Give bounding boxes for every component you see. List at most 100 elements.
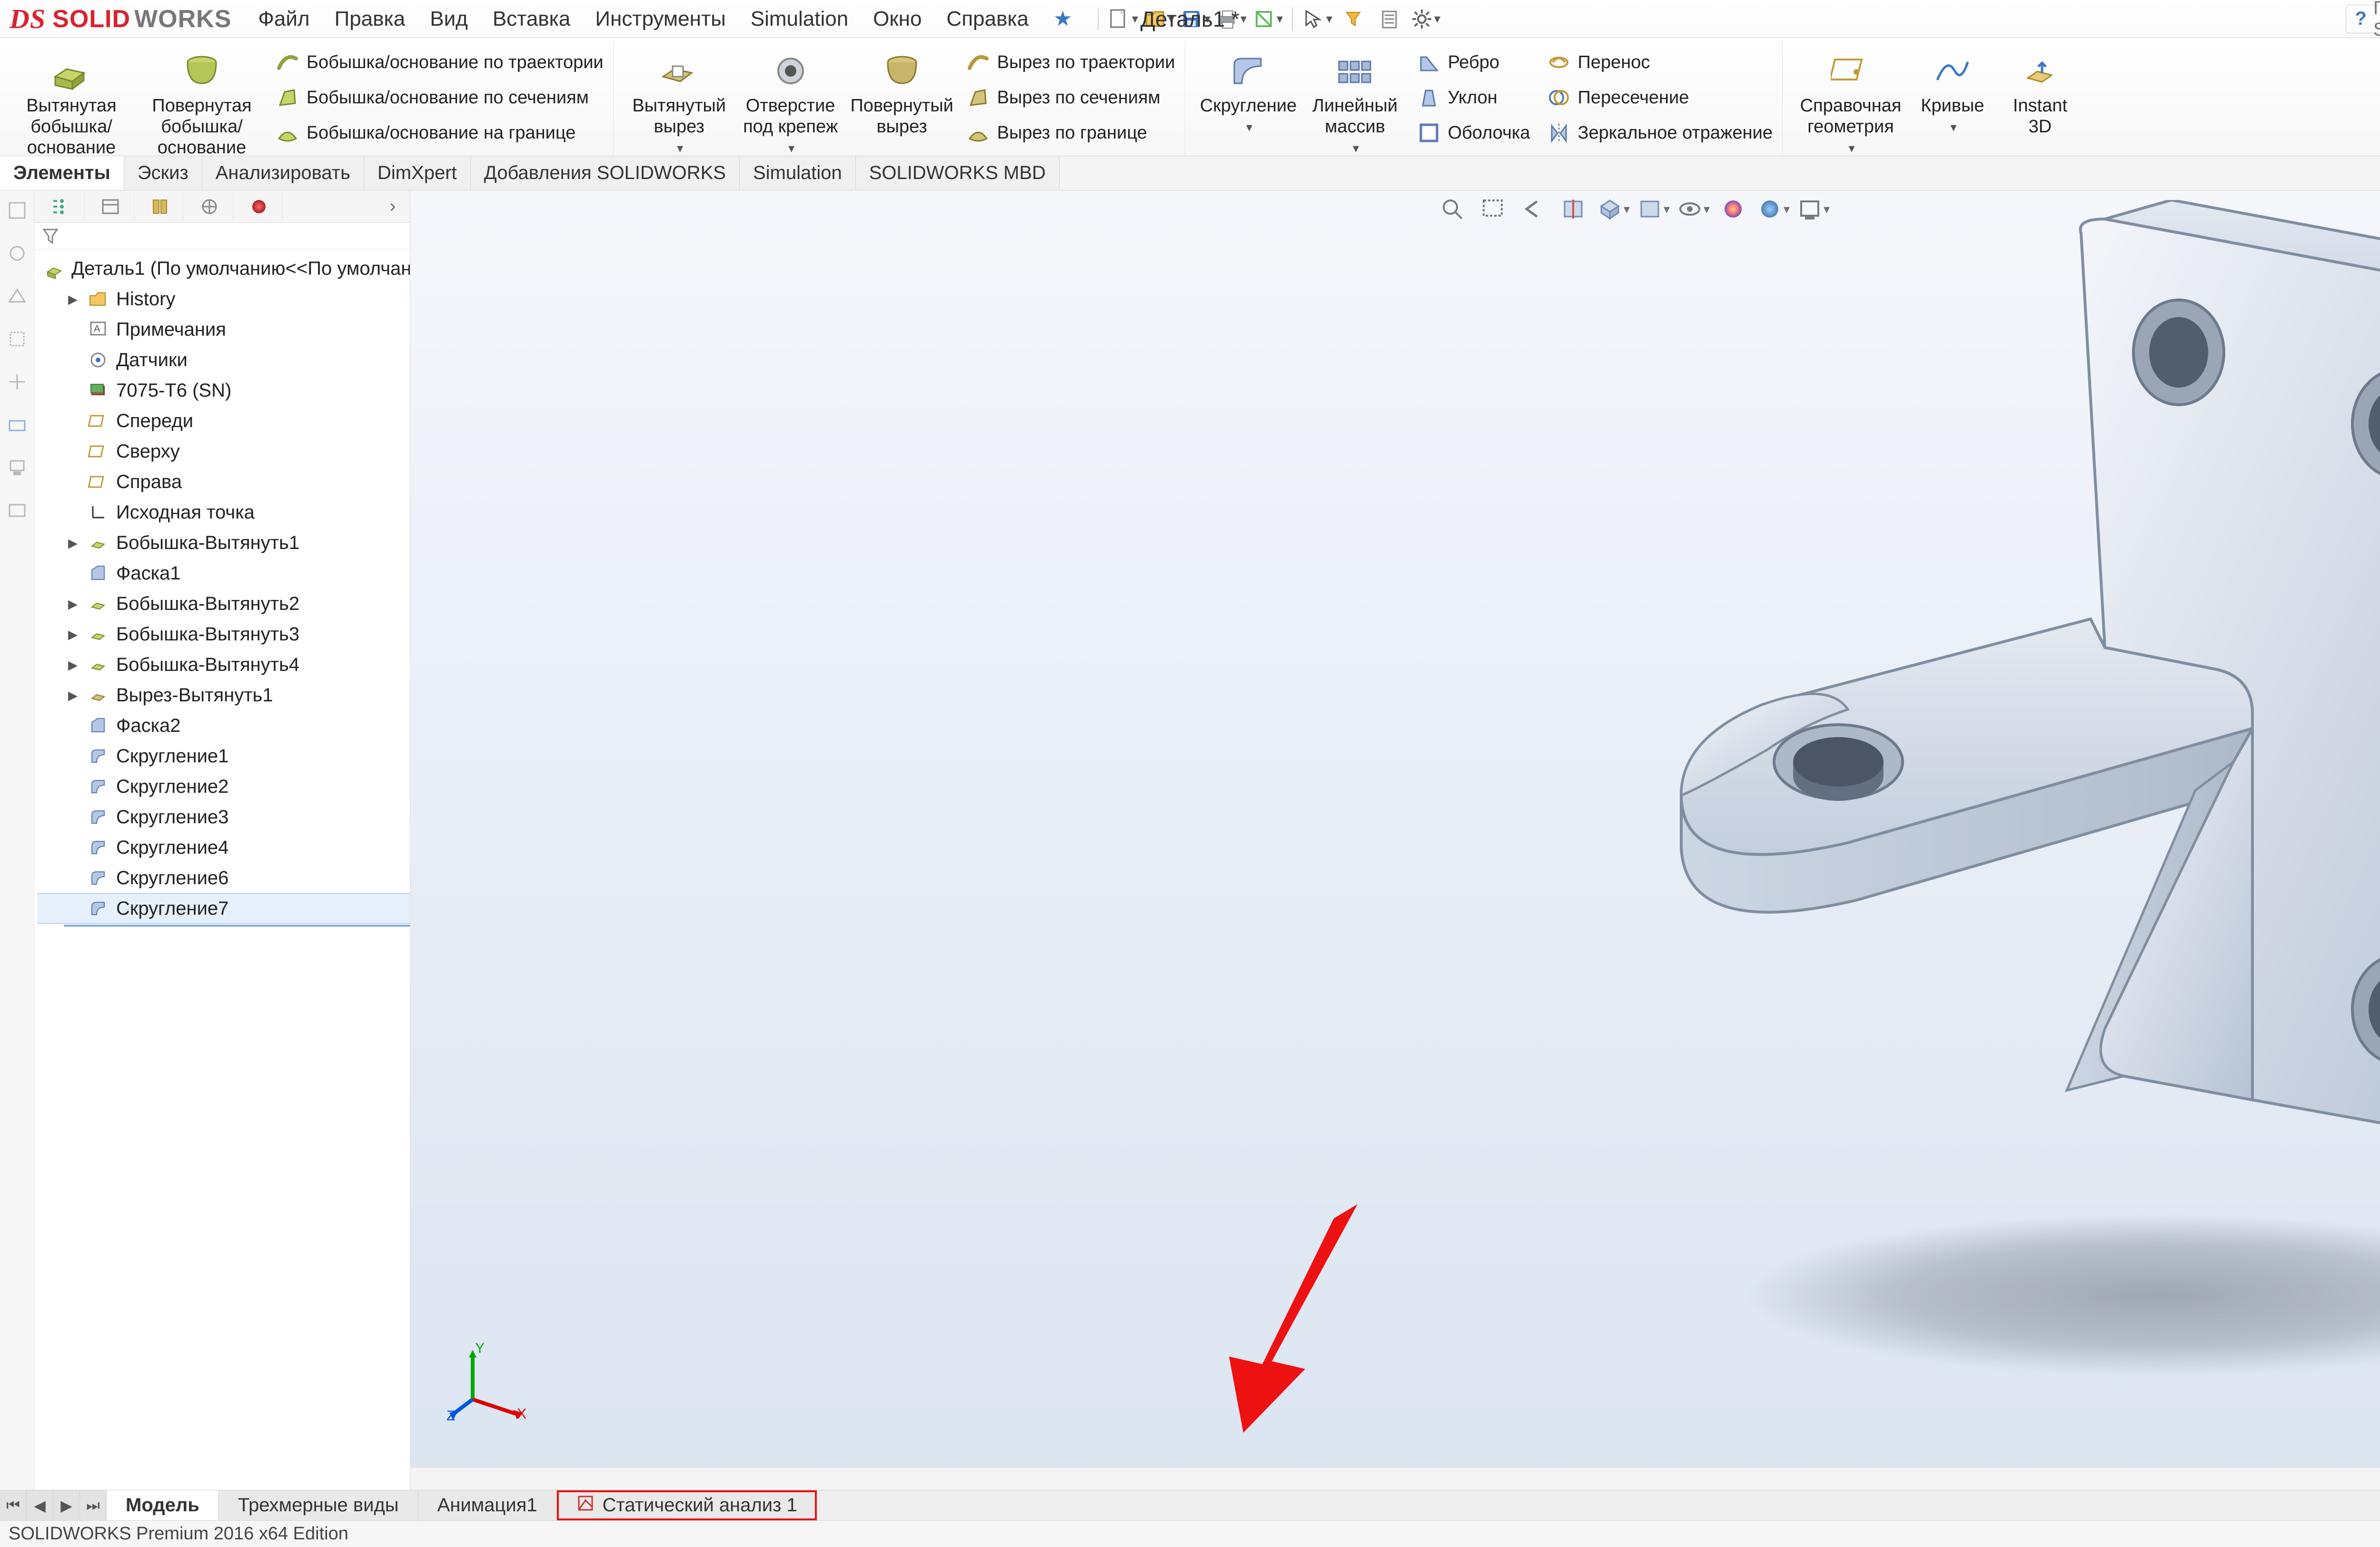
tree-sensors[interactable]: Датчики — [37, 345, 410, 375]
btn-hole-wizard[interactable]: Отверстие под крепеж▾ — [738, 48, 843, 155]
btn-loft-boss[interactable]: Бобышка/основание по сечениям — [270, 83, 608, 112]
tree-fillet4[interactable]: Скругление4 — [37, 832, 410, 863]
tree-root[interactable]: Деталь1 (По умолчанию<<По умолчан — [37, 253, 410, 284]
qat-filter-icon[interactable] — [1338, 5, 1369, 33]
tree-boss1[interactable]: ▸Бобышка-Вытянуть1 — [37, 528, 410, 558]
menu-pin-icon[interactable]: ★ — [1041, 7, 1084, 31]
tree-rollback-bar[interactable] — [64, 925, 410, 927]
viewtab-next-icon[interactable]: ▶ — [53, 1490, 80, 1520]
vtb-btn-2[interactable] — [4, 240, 30, 267]
menu-window[interactable]: Окно — [861, 7, 934, 31]
hud-prev-view-icon[interactable] — [1517, 194, 1550, 224]
tree-plane-front[interactable]: Спереди — [37, 406, 410, 436]
menu-edit[interactable]: Правка — [322, 7, 418, 31]
btn-sweep-cut[interactable]: Вырез по траектории — [961, 48, 1180, 77]
cmtab-simulation[interactable]: Simulation — [740, 156, 856, 190]
qat-settings-icon[interactable]: ▾ — [1410, 5, 1441, 33]
btn-curves[interactable]: Кривые▾ — [1912, 48, 1993, 134]
qat-select-icon[interactable]: ▾ — [1301, 5, 1333, 33]
qat-options-sheet-icon[interactable] — [1374, 5, 1405, 33]
tree-fillet3[interactable]: Скругление3 — [37, 802, 410, 832]
btn-boundary-boss[interactable]: Бобышка/основание на границе — [270, 118, 608, 148]
tree-plane-top[interactable]: Сверху — [37, 436, 410, 467]
btn-rib[interactable]: Ребро — [1412, 48, 1535, 77]
btn-draft[interactable]: Уклон — [1412, 83, 1535, 112]
btn-intersect[interactable]: Пересечение — [1542, 83, 1777, 112]
tree-fillet1[interactable]: Скругление1 — [37, 741, 410, 771]
hud-zoom-fit-icon[interactable] — [1437, 194, 1470, 224]
viewtab-static-study[interactable]: Статический анализ 1 — [557, 1490, 817, 1520]
fm-filter-row[interactable] — [34, 223, 410, 250]
fm-expand-icon[interactable]: › — [378, 193, 407, 220]
fm-tab-tree-icon[interactable] — [37, 193, 85, 220]
tree-cut1[interactable]: ▸Вырез-Вытянуть1 — [37, 680, 410, 710]
viewtab-3dviews[interactable]: Трехмерные виды — [219, 1490, 418, 1520]
hud-zoom-area-icon[interactable] — [1477, 194, 1510, 224]
tree-chamfer1[interactable]: Фаска1 — [37, 558, 410, 589]
viewport-horizontal-scrollbar[interactable] — [410, 1467, 2380, 1490]
btn-extrude-boss[interactable]: Вытянутая бобышка/основание — [10, 48, 133, 158]
vtb-btn-1[interactable] — [4, 197, 30, 224]
btn-reference-geometry[interactable]: Справочная геометрия▾ — [1796, 48, 1905, 155]
vtb-btn-3[interactable] — [4, 283, 30, 309]
vtb-btn-8[interactable] — [4, 497, 30, 524]
hud-section-icon[interactable] — [1557, 194, 1590, 224]
fm-tab-property-icon[interactable] — [87, 193, 134, 220]
cmtab-dimxpert[interactable]: DimXpert — [364, 156, 471, 190]
qat-rebuild-icon[interactable]: ▾ — [1252, 5, 1283, 33]
menu-file[interactable]: Файл — [246, 7, 322, 31]
cmtab-elements[interactable]: Элементы — [0, 156, 124, 190]
tree-plane-right[interactable]: Справа — [37, 467, 410, 497]
menu-tools[interactable]: Инструменты — [583, 7, 738, 31]
vtb-btn-6[interactable] — [4, 411, 30, 438]
menu-simulation[interactable]: Simulation — [738, 7, 861, 31]
btn-wrap[interactable]: Перенос — [1542, 48, 1777, 77]
menu-insert[interactable]: Вставка — [480, 7, 583, 31]
btn-instant-3d[interactable]: Instant 3D — [2000, 48, 2081, 137]
tree-history[interactable]: ▸History — [37, 284, 410, 314]
fm-tab-dimxpert-icon[interactable] — [186, 193, 233, 220]
fillet-item-icon — [87, 806, 109, 828]
btn-revolve-cut[interactable]: Повернутый вырез — [850, 48, 954, 137]
qat-new-icon[interactable]: ▾ — [1107, 5, 1139, 33]
tree-origin[interactable]: Исходная точка — [37, 497, 410, 528]
btn-loft-cut[interactable]: Вырез по сечениям — [961, 83, 1180, 112]
cmtab-mbd[interactable]: SOLIDWORKS MBD — [856, 156, 1060, 190]
cmtab-sketch[interactable]: Эскиз — [124, 156, 202, 190]
btn-fillet[interactable]: Скругление▾ — [1199, 48, 1299, 134]
menu-help[interactable]: Справка — [934, 7, 1041, 31]
viewtab-last-icon[interactable]: ⏭ — [80, 1490, 107, 1520]
vtb-btn-5[interactable] — [4, 369, 30, 395]
tree-fillet6[interactable]: Скругление6 — [37, 863, 410, 893]
help-search[interactable]: ? Поиск в Справке по SOLIDWORKS ▾ — [2346, 5, 2380, 33]
btn-boundary-cut[interactable]: Вырез по границе — [961, 118, 1180, 148]
tree-boss3[interactable]: ▸Бобышка-Вытянуть3 — [37, 619, 410, 649]
btn-sweep-boss[interactable]: Бобышка/основание по траектории — [270, 48, 608, 77]
orientation-triad[interactable]: Y X Z — [446, 1342, 527, 1423]
viewtab-first-icon[interactable]: ⏮ — [0, 1490, 27, 1520]
viewtab-model[interactable]: Модель — [107, 1490, 219, 1520]
btn-linear-pattern[interactable]: Линейный массив▾ — [1305, 48, 1405, 155]
cmtab-addins[interactable]: Добавления SOLIDWORKS — [471, 156, 740, 190]
viewtab-animation[interactable]: Анимация1 — [418, 1490, 557, 1520]
vtb-btn-7[interactable] — [4, 454, 30, 481]
btn-shell[interactable]: Оболочка — [1412, 118, 1535, 148]
btn-mirror[interactable]: Зеркальное отражение — [1542, 118, 1777, 148]
linear-pattern-icon — [1332, 50, 1378, 91]
tree-fillet2[interactable]: Скругление2 — [37, 771, 410, 802]
menu-view[interactable]: Вид — [417, 7, 480, 31]
btn-revolve-boss[interactable]: Повернутая бобышка/основание — [140, 48, 264, 158]
tree-material[interactable]: 7075-T6 (SN) — [37, 375, 410, 406]
viewtab-prev-icon[interactable]: ◀ — [27, 1490, 53, 1520]
btn-extrude-cut[interactable]: Вытянутый вырез▾ — [627, 48, 732, 155]
tree-boss2[interactable]: ▸Бобышка-Вытянуть2 — [37, 589, 410, 619]
tree-boss4[interactable]: ▸Бобышка-Вытянуть4 — [37, 649, 410, 680]
cmtab-evaluate[interactable]: Анализировать — [202, 156, 364, 190]
fm-tab-config-icon[interactable] — [136, 193, 184, 220]
fm-tab-display-icon[interactable] — [235, 193, 283, 220]
vtb-btn-4[interactable] — [4, 326, 30, 352]
tree-chamfer2[interactable]: Фаска2 — [37, 710, 410, 741]
graphics-viewport[interactable]: ▾ ▾ ▾ ▾ ▾ — ❐ ☐ ✕ — [410, 190, 2380, 1490]
tree-annotations[interactable]: AПримечания — [37, 314, 410, 345]
tree-fillet7[interactable]: Скругление7 — [37, 893, 410, 924]
